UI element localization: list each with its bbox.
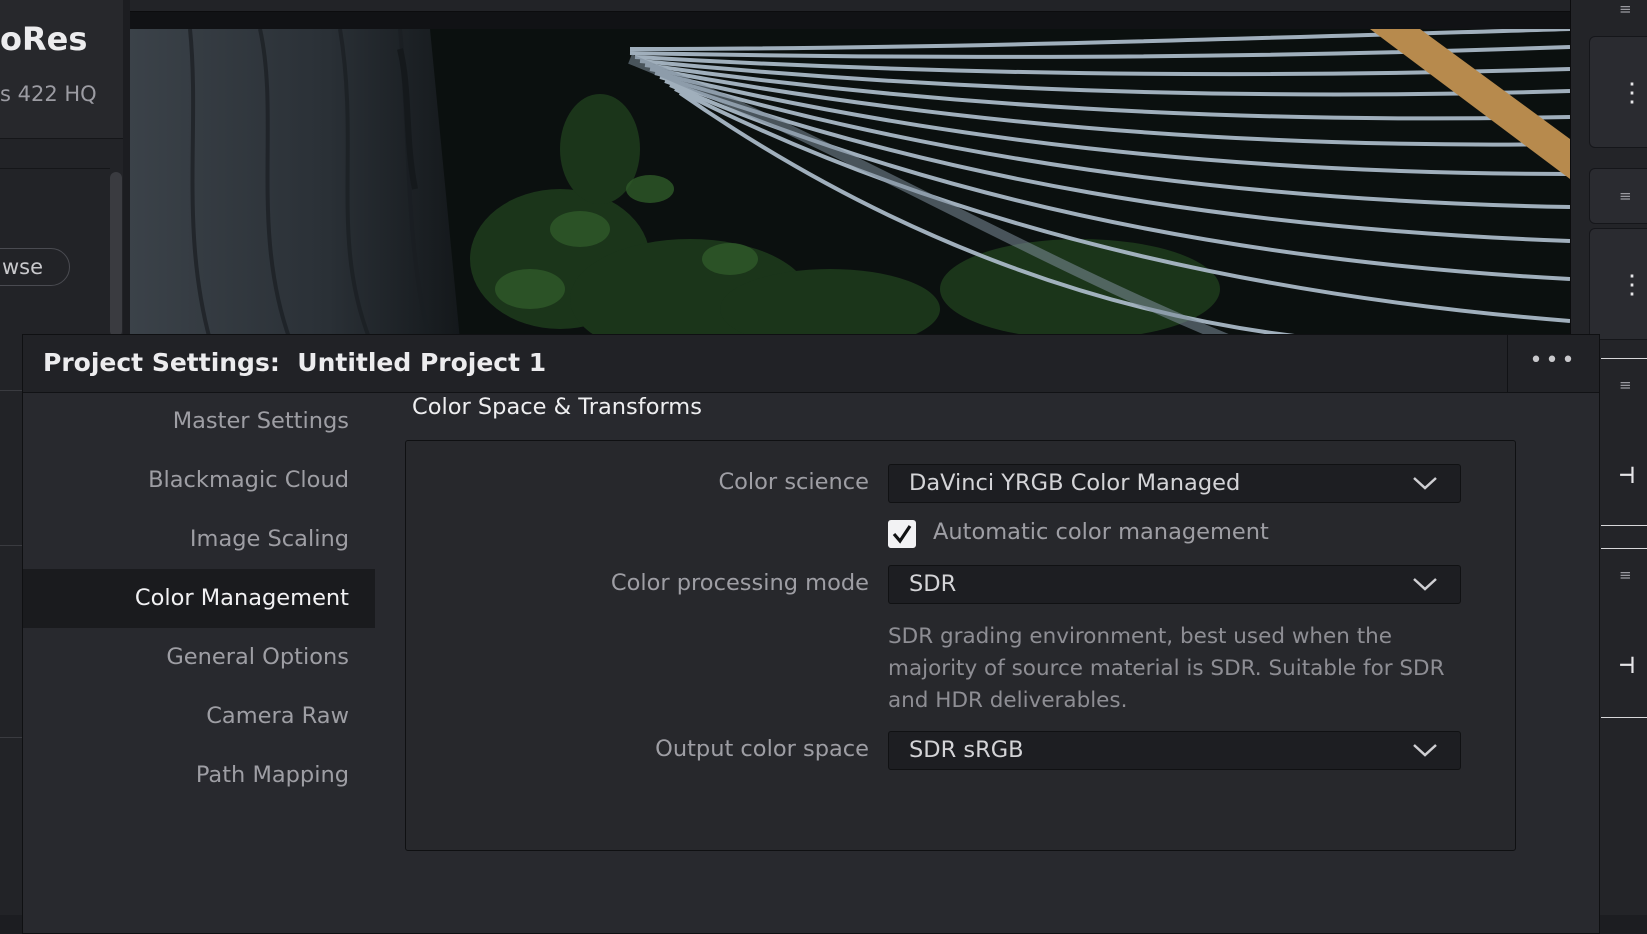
nav-item-image-scaling[interactable]: Image Scaling (23, 510, 375, 569)
split-icon[interactable]: ⊣ (1619, 460, 1635, 490)
menu-icon[interactable]: ≡ (1619, 376, 1632, 394)
codec-subtitle: s 422 HQ (0, 82, 97, 106)
color-processing-mode-label: Color processing mode (610, 570, 869, 596)
project-name: Untitled Project 1 (297, 348, 547, 377)
nav-item-color-management[interactable]: Color Management (23, 569, 375, 628)
browse-button[interactable]: wse (0, 248, 70, 286)
chevron-down-icon (1413, 578, 1437, 591)
media-panel-scrollbar[interactable] (110, 172, 122, 337)
auto-color-management-label[interactable]: Automatic color management (933, 519, 1269, 545)
nav-item-camera-raw[interactable]: Camera Raw (23, 687, 375, 746)
viewer-image (130, 29, 1570, 340)
rail-divider (1601, 717, 1647, 718)
nav-item-path-mapping[interactable]: Path Mapping (23, 746, 375, 805)
dialog-header[interactable]: Project Settings: Untitled Project 1 ••• (23, 335, 1599, 393)
codec-card[interactable]: oRes s 422 HQ (0, 0, 123, 139)
color-science-value: DaVinci YRGB Color Managed (909, 470, 1241, 496)
project-settings-dialog: Project Settings: Untitled Project 1 •••… (22, 334, 1600, 934)
viewer-frame[interactable] (130, 29, 1570, 340)
viewer-topbar (130, 0, 1570, 12)
chevron-down-icon (1413, 477, 1437, 490)
rail-divider (1601, 548, 1647, 549)
nav-item-general-options[interactable]: General Options (23, 628, 375, 687)
output-color-space-select[interactable]: SDR sRGB (888, 731, 1461, 770)
rail-slot[interactable] (1589, 168, 1647, 224)
dialog-title: Project Settings: Untitled Project 1 (43, 348, 546, 377)
clip-icon[interactable]: ⋮ (1619, 270, 1645, 300)
checkmark-icon (892, 525, 912, 544)
color-space-section: Color science DaVinci YRGB Color Managed… (405, 440, 1516, 851)
color-processing-mode-select[interactable]: SDR (888, 565, 1461, 604)
settings-nav: Master Settings Blackmagic Cloud Image S… (23, 392, 375, 805)
more-horizontal-icon[interactable]: ••• (1507, 335, 1599, 392)
split-icon[interactable]: ⊣ (1619, 650, 1635, 680)
color-science-select[interactable]: DaVinci YRGB Color Managed (888, 464, 1461, 503)
color-processing-mode-value: SDR (909, 571, 957, 597)
menu-icon[interactable]: ≡ (1619, 187, 1632, 205)
menu-icon[interactable]: ≡ (1619, 0, 1632, 18)
nav-item-blackmagic-cloud[interactable]: Blackmagic Cloud (23, 451, 375, 510)
chevron-down-icon (1413, 744, 1437, 757)
color-science-label: Color science (718, 469, 869, 495)
rail-divider (1601, 525, 1647, 526)
output-color-space-label: Output color space (655, 736, 869, 762)
section-title: Color Space & Transforms (412, 394, 702, 420)
clip-icon[interactable]: ⋮ (1619, 78, 1645, 108)
rail-divider (1601, 358, 1647, 359)
dialog-title-prefix: Project Settings: (43, 348, 280, 377)
auto-color-management-checkbox[interactable] (888, 520, 916, 548)
output-color-space-value: SDR sRGB (909, 737, 1024, 763)
nav-item-master-settings[interactable]: Master Settings (23, 392, 375, 451)
codec-title: oRes (0, 20, 88, 58)
media-panel-section (0, 168, 110, 309)
menu-icon[interactable]: ≡ (1619, 566, 1632, 584)
processing-mode-hint: SDR grading environment, best used when … (888, 624, 1445, 713)
